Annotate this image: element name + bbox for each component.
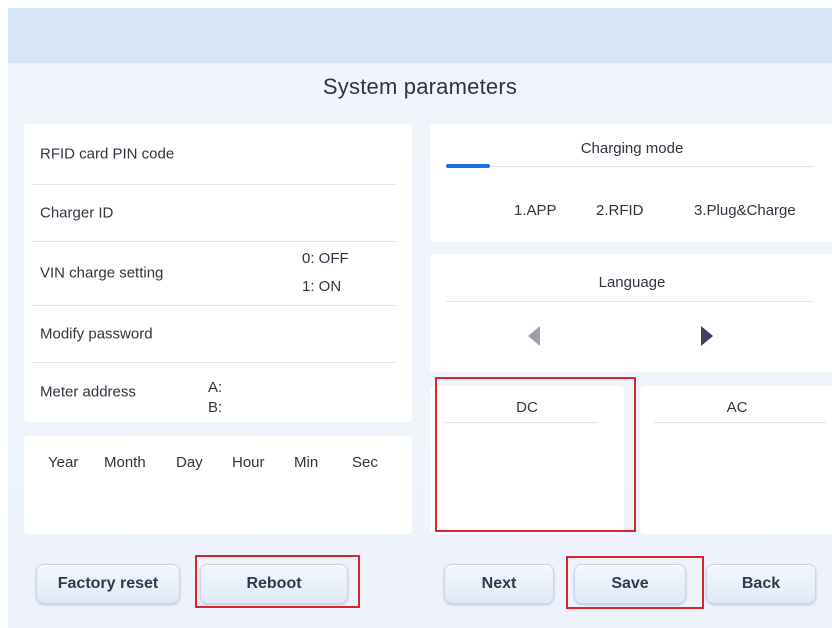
- charging-mode-title: Charging mode: [580, 140, 684, 157]
- language-card: [430, 254, 832, 372]
- modify-password-row[interactable]: Modify password: [32, 306, 396, 362]
- language-next-icon[interactable]: [701, 326, 713, 346]
- dc-title: DC: [516, 399, 538, 416]
- meter-address-row[interactable]: Meter address A: B:: [32, 363, 396, 421]
- charger-id-row[interactable]: Charger ID: [32, 185, 396, 241]
- meter-a-label: A:: [208, 379, 223, 396]
- charging-mode-divider: [446, 166, 814, 167]
- vin-charge-row[interactable]: VIN charge setting 0: OFF 1: ON: [32, 242, 396, 304]
- mode-option-plug-charge[interactable]: 3.Plug&Charge: [694, 202, 796, 219]
- language-prev-icon[interactable]: [528, 326, 540, 346]
- rfid-pin-row[interactable]: RFID card PIN code: [32, 124, 396, 184]
- datetime-card[interactable]: Year Month Day Hour Min Sec: [24, 436, 412, 534]
- day-field[interactable]: Day: [176, 454, 203, 471]
- charging-mode-indicator: [446, 164, 490, 168]
- ac-divider: [654, 422, 826, 423]
- ac-title: AC: [726, 399, 748, 416]
- back-button[interactable]: Back: [706, 564, 816, 604]
- page-title: System parameters: [322, 74, 518, 99]
- dc-divider: [442, 422, 598, 423]
- top-bar: [8, 8, 832, 63]
- meter-b-label: B:: [208, 399, 223, 416]
- rfid-pin-label: RFID card PIN code: [40, 145, 175, 163]
- mode-option-rfid[interactable]: 2.RFID: [596, 202, 644, 219]
- next-button[interactable]: Next: [444, 564, 554, 604]
- year-field[interactable]: Year: [48, 454, 78, 471]
- save-button[interactable]: Save: [574, 564, 686, 604]
- factory-reset-button[interactable]: Factory reset: [36, 564, 180, 604]
- app-frame: System parameters RFID card PIN code Cha…: [8, 8, 832, 628]
- vin-off-option[interactable]: 0: OFF: [302, 250, 349, 267]
- modify-password-label: Modify password: [40, 325, 153, 343]
- meter-address-label: Meter address: [40, 383, 136, 401]
- language-divider: [446, 301, 814, 302]
- vin-charge-label: VIN charge setting: [40, 264, 164, 282]
- reboot-button[interactable]: Reboot: [200, 564, 348, 604]
- language-title: Language: [598, 274, 666, 291]
- settings-card: RFID card PIN code Charger ID VIN charge…: [24, 124, 412, 422]
- charger-id-label: Charger ID: [40, 204, 114, 222]
- sec-field[interactable]: Sec: [352, 454, 378, 471]
- min-field[interactable]: Min: [294, 454, 318, 471]
- mode-option-app[interactable]: 1.APP: [514, 202, 557, 219]
- hour-field[interactable]: Hour: [232, 454, 265, 471]
- vin-on-option[interactable]: 1: ON: [302, 278, 341, 295]
- month-field[interactable]: Month: [104, 454, 146, 471]
